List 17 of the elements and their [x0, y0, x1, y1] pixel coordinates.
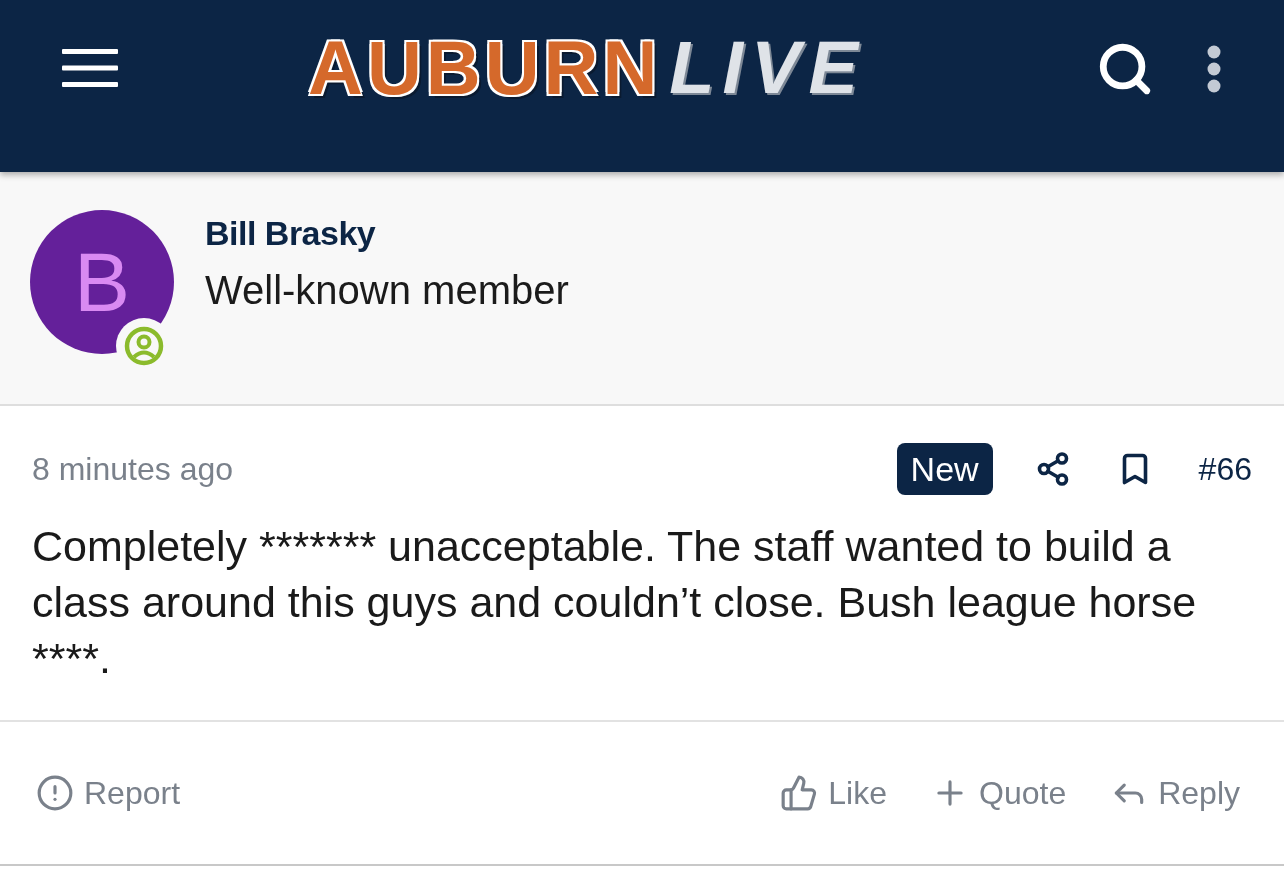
menu-icon	[62, 49, 118, 87]
author-name[interactable]: Bill Brasky	[205, 216, 569, 250]
post-body: Completely ******* unacceptable. The staff wanted to build a class around this guys and couldn’t close. Bush league horse ****.	[32, 521, 1198, 684]
kebab-menu-icon	[1207, 45, 1221, 93]
post-number-link[interactable]: #66	[1198, 453, 1252, 485]
quote-button[interactable]: Quote	[931, 774, 1067, 812]
more-options-button[interactable]	[1206, 43, 1222, 95]
like-button[interactable]: Like	[780, 774, 887, 812]
report-button[interactable]: Report	[36, 774, 181, 812]
post-time[interactable]: 8 minutes ago	[32, 453, 233, 485]
new-label: New	[896, 443, 993, 495]
alert-circle-icon	[36, 774, 74, 812]
thumbs-up-icon	[780, 774, 819, 812]
user-title: Well-known member	[205, 270, 569, 310]
avatar-letter: B	[74, 240, 130, 324]
avatar[interactable]: B	[30, 210, 174, 354]
reply-button[interactable]: Reply	[1110, 774, 1240, 812]
